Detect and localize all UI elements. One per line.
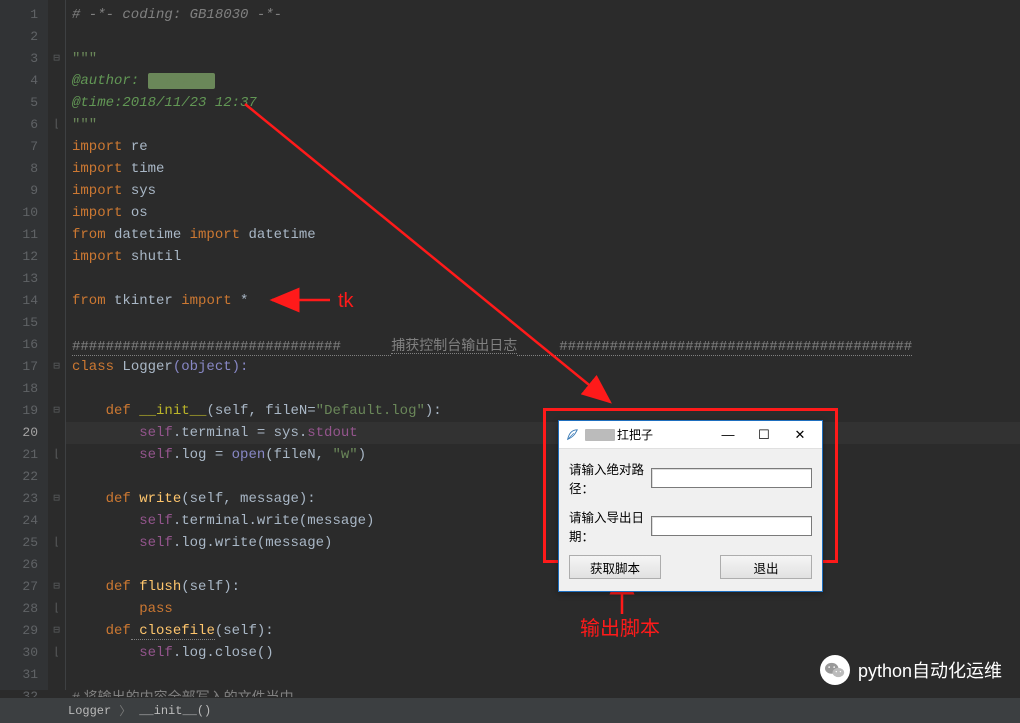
date-label: 请输入导出日期： [569,507,651,545]
code-area[interactable]: # -*- coding: GB18030 -*- """ @author: x… [66,0,1020,690]
minimize-button[interactable]: — [710,422,746,448]
annot-output-label: 输出脚本 [580,612,660,641]
encoding-comment: # -*- coding: GB18030 -*- [72,7,282,23]
get-script-button[interactable]: 获取脚本 [569,555,661,579]
path-input[interactable] [651,468,812,488]
breadcrumb[interactable]: Logger 〉 __init__() [0,697,1020,723]
date-input[interactable] [651,516,812,536]
line-number-gutter: 123 456 789 101112 131415 161718 192021 … [0,0,48,690]
window-titlebar[interactable]: 扛把子 — ☐ ✕ [559,421,822,449]
watermark: python自动化运维 [820,655,1002,685]
exit-button[interactable]: 退出 [720,555,812,579]
wechat-icon [820,655,850,685]
fold-gutter[interactable]: ⊟⌊ ⊟ ⊟⌊⊟ ⌊⊟⌊⊟⌊ [48,0,66,690]
chevron-right-icon: 〉 [119,702,131,719]
window-title: 扛把子 [585,426,710,443]
tkinter-window[interactable]: 扛把子 — ☐ ✕ 请输入绝对路径： 请输入导出日期： 获取脚本 退出 [558,420,823,592]
maximize-button[interactable]: ☐ [746,422,782,448]
breadcrumb-method[interactable]: __init__() [131,704,219,718]
code-editor[interactable]: 123 456 789 101112 131415 161718 192021 … [0,0,1020,690]
watermark-text: python自动化运维 [858,657,1002,683]
close-button[interactable]: ✕ [782,422,818,448]
annot-tk-label: tk [338,290,354,313]
app-icon [565,428,579,442]
path-label: 请输入绝对路径： [569,459,651,497]
breadcrumb-class[interactable]: Logger [60,704,119,718]
